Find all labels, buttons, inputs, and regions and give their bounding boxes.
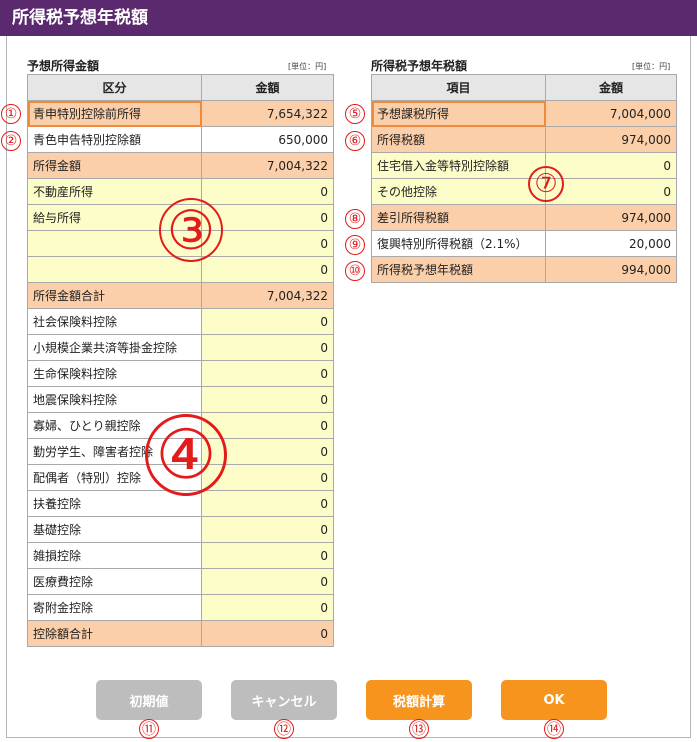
row-value: 7,654,322 <box>201 100 334 127</box>
table-row: 医療費控除 0 <box>27 568 334 595</box>
table-row: 差引所得税額 974,000 <box>371 204 677 231</box>
marker-1: ① <box>1 104 21 124</box>
row-label: 所得金額合計 <box>27 282 202 309</box>
row-label: 社会保険料控除 <box>27 308 202 335</box>
row-value: 0 <box>201 620 334 647</box>
row-value[interactable]: 0 <box>201 334 334 361</box>
table-row: 予想課税所得 7,004,000 <box>371 100 677 127</box>
row-label: 地震保険料控除 <box>27 386 202 413</box>
column-header-amount: 金額 <box>545 74 677 101</box>
table-row: 所得税額 974,000 <box>371 126 677 153</box>
row-label: 生命保険料控除 <box>27 360 202 387</box>
row-label: 住宅借入金等特別控除額 <box>371 152 546 179</box>
row-label: 予想課税所得 <box>371 100 546 127</box>
window-title: 所得税予想年税額 <box>0 0 697 36</box>
marker-4: ④ <box>145 414 227 496</box>
cancel-button[interactable]: キャンセル <box>231 680 337 720</box>
income-section-title: 予想所得金額 <box>27 59 100 73</box>
table-row: その他控除 0 <box>371 178 677 205</box>
row-value: 974,000 <box>545 126 677 153</box>
row-label: 寄附金控除 <box>27 594 202 621</box>
table-row: 小規模企業共済等掛金控除 0 <box>27 334 334 361</box>
row-value[interactable]: 0 <box>201 490 334 517</box>
table-row: 寄附金控除 0 <box>27 594 334 621</box>
row-label: 医療費控除 <box>27 568 202 595</box>
column-header-item: 項目 <box>371 74 546 101</box>
marker-6: ⑥ <box>345 131 365 151</box>
row-label: 小規模企業共済等掛金控除 <box>27 334 202 361</box>
table-row: 控除額合計 0 <box>27 620 334 647</box>
row-value[interactable]: 0 <box>201 360 334 387</box>
marker-7: ⑦ <box>528 166 564 202</box>
row-value[interactable]: 0 <box>201 568 334 595</box>
income-table: 区分 金額 青申特別控除前所得 7,654,322 青色申告特別控除額 650,… <box>27 74 334 647</box>
row-value: 7,004,322 <box>201 152 334 179</box>
row-value[interactable]: 0 <box>545 178 677 205</box>
income-table-header: 区分 金額 <box>27 74 334 101</box>
row-label: 基礎控除 <box>27 516 202 543</box>
row-value: 994,000 <box>545 256 677 283</box>
column-header-amount: 金額 <box>201 74 334 101</box>
marker-8: ⑧ <box>345 209 365 229</box>
row-value: 7,004,000 <box>545 100 677 127</box>
row-label: 雑損控除 <box>27 542 202 569</box>
table-row: 所得金額 7,004,322 <box>27 152 334 179</box>
calculate-tax-button[interactable]: 税額計算 <box>366 680 472 720</box>
row-value[interactable]: 0 <box>545 152 677 179</box>
tax-section-title: 所得税予想年税額 <box>371 59 468 73</box>
income-unit-label: [単位：円] <box>288 62 327 71</box>
marker-12: ⑫ <box>274 719 294 739</box>
row-label: 所得税予想年税額 <box>371 256 546 283</box>
tax-table: 項目 金額 予想課税所得 7,004,000 所得税額 974,000 住宅借入… <box>371 74 677 283</box>
column-header-category: 区分 <box>27 74 202 101</box>
marker-3: ③ <box>159 198 223 262</box>
row-value[interactable]: 0 <box>201 594 334 621</box>
row-value: 7,004,322 <box>201 282 334 309</box>
tax-table-header: 項目 金額 <box>371 74 677 101</box>
table-row: 住宅借入金等特別控除額 0 <box>371 152 677 179</box>
marker-9: ⑨ <box>345 235 365 255</box>
table-row: 所得金額合計 7,004,322 <box>27 282 334 309</box>
table-row: 地震保険料控除 0 <box>27 386 334 413</box>
tax-unit-label: [単位：円] <box>632 62 671 71</box>
table-row: 青申特別控除前所得 7,654,322 <box>27 100 334 127</box>
table-row: 生命保険料控除 0 <box>27 360 334 387</box>
row-label: 差引所得税額 <box>371 204 546 231</box>
marker-5: ⑤ <box>345 104 365 124</box>
row-label: 所得金額 <box>27 152 202 179</box>
row-label: 所得税額 <box>371 126 546 153</box>
row-value[interactable]: 650,000 <box>201 126 334 153</box>
row-value[interactable]: 0 <box>201 178 334 205</box>
ok-button[interactable]: OK <box>501 680 607 720</box>
marker-14: ⑭ <box>544 719 564 739</box>
row-label: 青色申告特別控除額 <box>27 126 202 153</box>
row-value[interactable]: 0 <box>201 308 334 335</box>
table-row: 基礎控除 0 <box>27 516 334 543</box>
row-label: 復興特別所得税額（2.1%） <box>371 230 546 257</box>
marker-13: ⑬ <box>409 719 429 739</box>
row-value: 20,000 <box>545 230 677 257</box>
table-row: 雑損控除 0 <box>27 542 334 569</box>
row-label: その他控除 <box>371 178 546 205</box>
row-label: 青申特別控除前所得 <box>27 100 202 127</box>
marker-11: ⑪ <box>139 719 159 739</box>
reset-button[interactable]: 初期値 <box>96 680 202 720</box>
marker-10: ⑩ <box>345 261 365 281</box>
table-row: 青色申告特別控除額 650,000 <box>27 126 334 153</box>
row-label: 控除額合計 <box>27 620 202 647</box>
table-row: 所得税予想年税額 994,000 <box>371 256 677 283</box>
row-value[interactable]: 0 <box>201 542 334 569</box>
table-row: 復興特別所得税額（2.1%） 20,000 <box>371 230 677 257</box>
row-value[interactable]: 0 <box>201 386 334 413</box>
marker-2: ② <box>1 131 21 151</box>
table-row: 社会保険料控除 0 <box>27 308 334 335</box>
row-value[interactable]: 0 <box>201 516 334 543</box>
row-value: 974,000 <box>545 204 677 231</box>
row-value[interactable]: 0 <box>201 256 334 283</box>
